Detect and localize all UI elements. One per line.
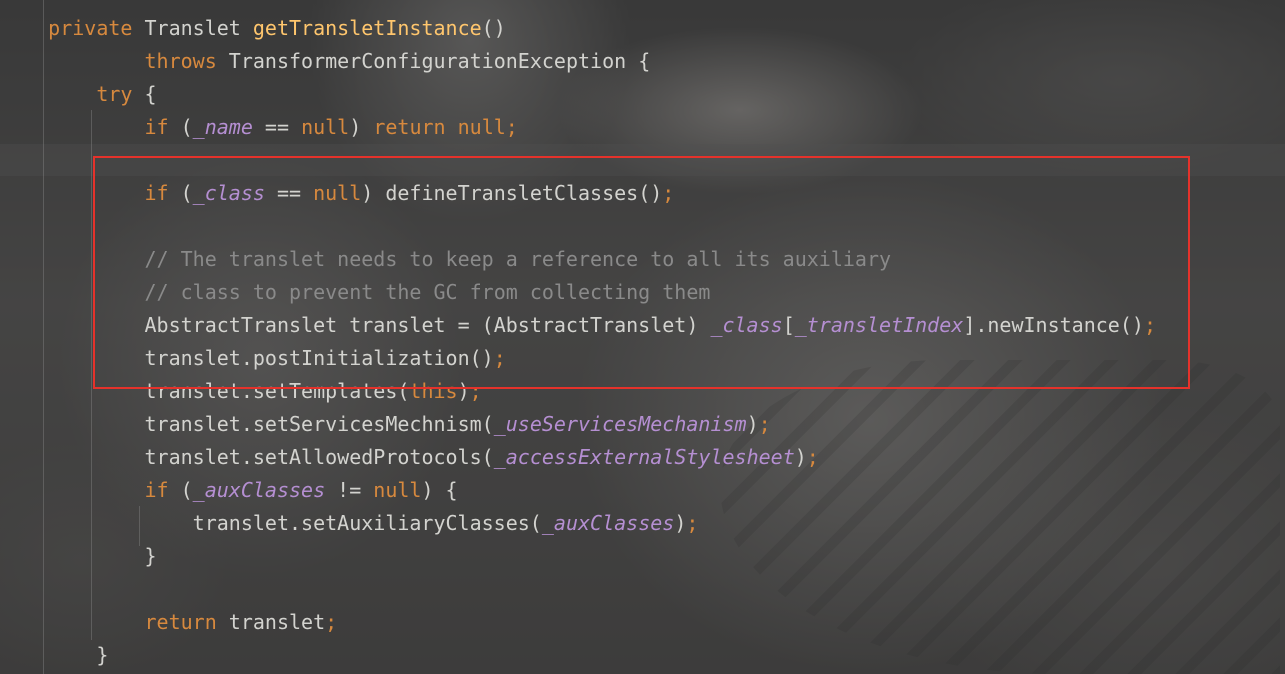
code-token: try [96,82,145,106]
code-token: ) [794,445,807,469]
highlight-annotation-box [93,156,1190,389]
code-token: != [325,478,374,502]
code-editor[interactable]: private Translet getTransletInstance() t… [0,0,1285,674]
code-line[interactable]: if (_name == null) return null; [0,111,1285,144]
code-token: ( [180,478,193,502]
code-line[interactable]: return translet; [0,606,1285,639]
code-line[interactable]: translet.setAuxiliaryClasses(_auxClasses… [0,507,1285,540]
code-token: translet [228,610,326,634]
code-token: translet.setServicesMechnism( [144,412,494,436]
code-token: ; [505,115,518,139]
code-token: TransformerConfigurationException { [228,49,651,73]
code-line[interactable]: } [0,639,1285,672]
code-line[interactable]: private Translet getTransletInstance() [0,12,1285,45]
code-line[interactable] [0,573,1285,606]
code-token: return [144,610,229,634]
code-token: } [96,643,109,667]
code-token: return null [373,115,506,139]
code-token: null [373,478,422,502]
code-line[interactable]: if (_auxClasses != null) { [0,474,1285,507]
code-token: ) [349,115,374,139]
code-token: } [144,544,157,568]
code-token: null [301,115,350,139]
code-token: ; [686,511,699,535]
code-token: ; [758,412,771,436]
code-token: ) [674,511,687,535]
code-token: private [48,16,145,40]
code-token: if [144,478,181,502]
code-token: if [144,115,181,139]
code-token: _name [192,115,253,139]
code-token: _auxClasses [541,511,675,535]
code-token: _auxClasses [192,478,326,502]
code-token: _useServicesMechanism [493,412,747,436]
code-line[interactable]: } [0,540,1285,573]
code-token: ; [325,610,338,634]
code-token: { [144,82,157,106]
code-line[interactable]: translet.setServicesMechnism(_useService… [0,408,1285,441]
code-line[interactable]: translet.setAllowedProtocols(_accessExte… [0,441,1285,474]
code-token: == [252,115,302,139]
code-token: Translet [144,16,253,40]
code-token: ; [806,445,819,469]
code-token: throws [144,49,229,73]
code-token: getTransletInstance [252,16,482,40]
code-token: translet.setAllowedProtocols( [144,445,494,469]
code-line[interactable]: throws TransformerConfigurationException… [0,45,1285,78]
code-line[interactable]: try { [0,78,1285,111]
code-token: ) [746,412,759,436]
code-token: _accessExternalStylesheet [493,445,795,469]
code-token: () [481,16,506,40]
code-token: ) { [421,478,458,502]
code-token: translet.setAuxiliaryClasses( [192,511,542,535]
code-token: ( [180,115,193,139]
